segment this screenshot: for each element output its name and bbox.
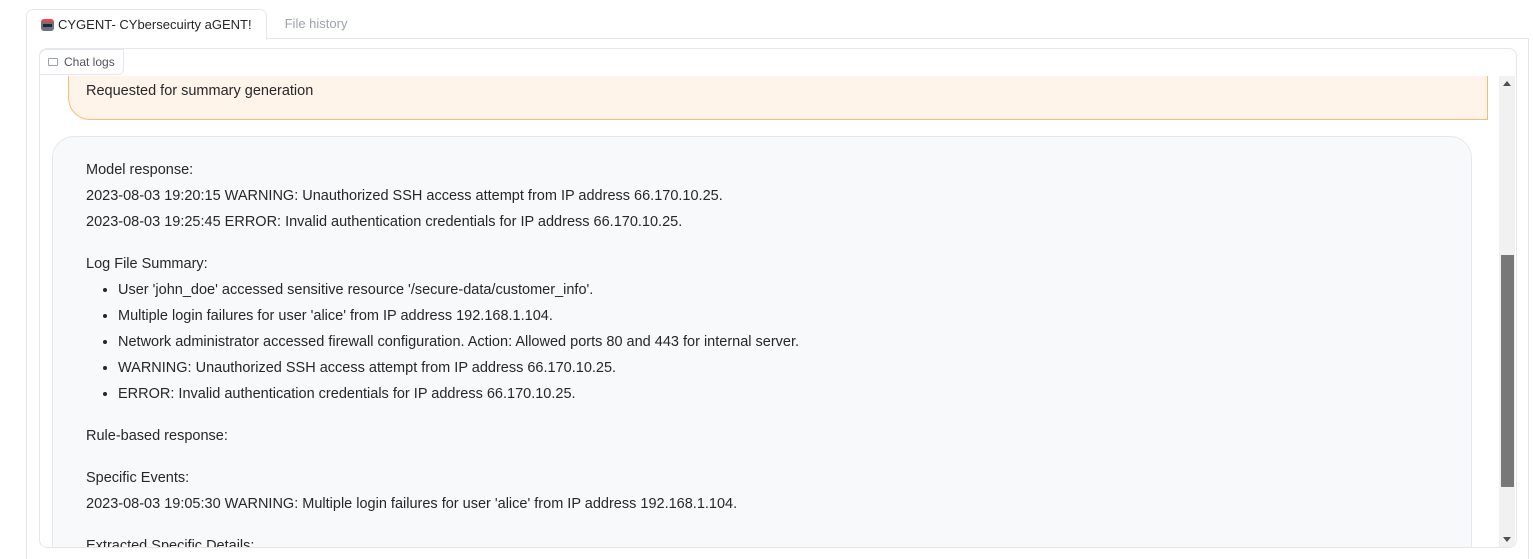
list-item: ERROR: Invalid authentication credential… [118,381,1438,407]
tab-file-history[interactable]: File history [267,9,362,39]
list-item: Network administrator accessed firewall … [118,329,1438,355]
bot-message: Model response: 2023-08-03 19:20:15 WARN… [52,136,1472,547]
events-heading: Specific Events: [86,470,190,486]
chatbot-label: Chat logs [39,49,124,75]
extracted-heading: Extracted Specific Details: [86,538,255,547]
chatbot-label-text: Chat logs [64,55,115,69]
model-line: 2023-08-03 19:20:15 WARNING: Unauthorize… [86,188,723,204]
tab-label: CYGENT- CYbersecuirty aGENT! [58,17,252,32]
events-line: 2023-08-03 19:05:30 WARNING: Multiple lo… [86,496,738,512]
user-message: Requested for summary generation [68,76,1488,120]
chat-log: Requested for summary generation Model r… [40,76,1499,547]
scroll-up-icon[interactable] [1503,81,1511,86]
tab-bar: CYGENT- CYbersecuirty aGENT! File histor… [26,9,1533,40]
model-heading: Model response: [86,162,194,178]
list-item: User 'john_doe' accessed sensitive resou… [118,277,1438,303]
tab-label: File history [284,16,348,31]
scroll-down-icon[interactable] [1503,537,1511,542]
robot-icon [41,19,54,31]
scrollbar-thumb[interactable] [1501,255,1514,487]
summary-list: User 'john_doe' accessed sensitive resou… [86,277,1438,407]
list-item: WARNING: Unauthorized SSH access attempt… [118,355,1438,381]
chat-icon [48,58,58,66]
summary-heading: Log File Summary: [86,256,208,272]
rule-heading: Rule-based response: [86,428,228,444]
model-line: 2023-08-03 19:25:45 ERROR: Invalid authe… [86,214,683,230]
list-item: Multiple login failures for user 'alice'… [118,303,1438,329]
tab-cygent[interactable]: CYGENT- CYbersecuirty aGENT! [26,9,267,40]
scrollbar[interactable] [1499,76,1515,547]
